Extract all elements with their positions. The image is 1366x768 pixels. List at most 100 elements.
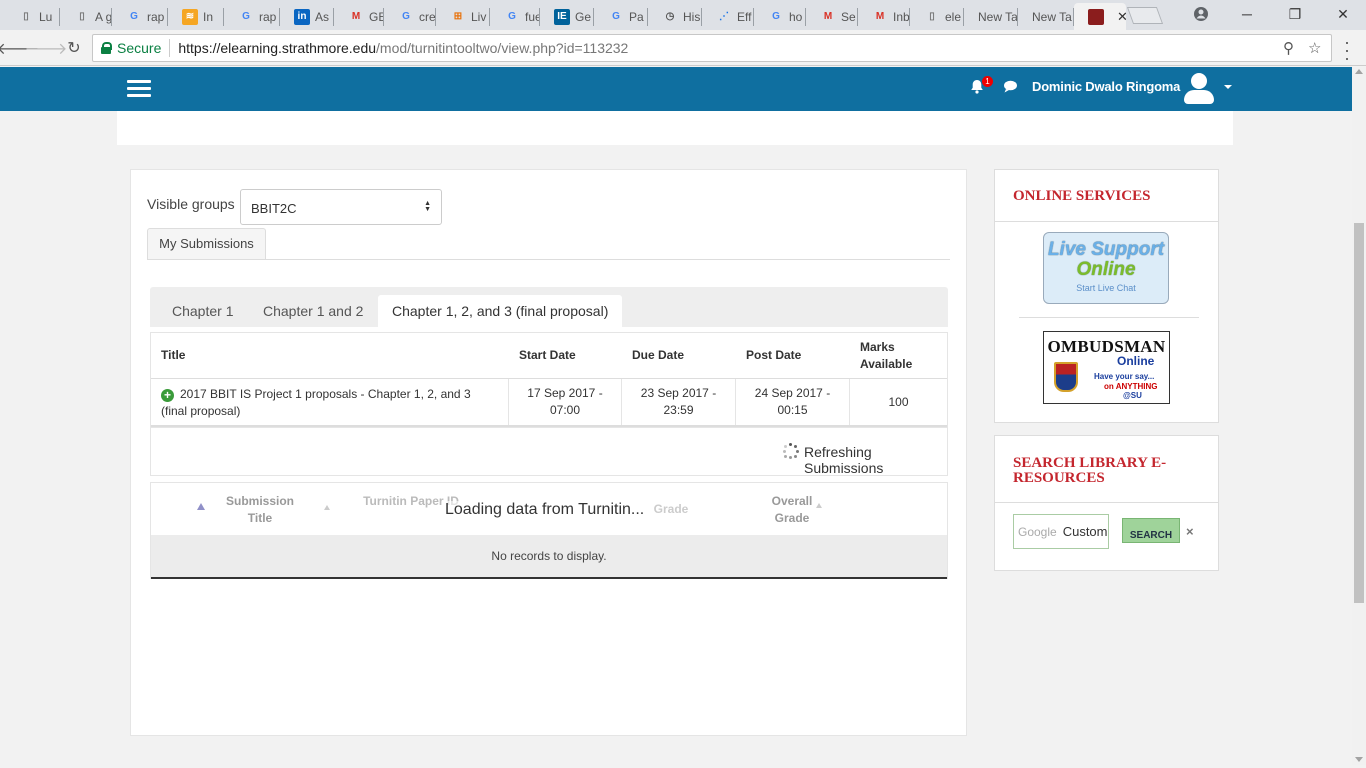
browser-tab[interactable]: Gcre [384,3,436,30]
gmail-icon: M [351,11,361,22]
browser-tab[interactable]: New Ta [964,3,1018,30]
minimize-button[interactable]: ─ [1224,0,1270,28]
new-tab-button[interactable] [1126,7,1164,24]
gmail-icon: M [875,11,885,22]
visible-groups-label: Visible groups [147,196,235,212]
url-path: /mod/turnitintooltwo/view.php?id=113232 [376,40,629,56]
browser-tab-label: New Ta [978,9,1018,24]
browser-tab-label: As [315,9,330,24]
ombudsman-link[interactable]: OMBUDSMAN Online Have your say... on ANY… [1043,331,1170,404]
address-bar[interactable]: Secure https://elearning.strathmore.edu /… [92,34,1332,62]
url-host: https://elearning.strathmore.edu [178,40,377,56]
browser-tab[interactable]: ≋ In [168,3,224,30]
browser-tab-label: His [683,9,701,24]
browser-tab[interactable]: in As [280,3,334,30]
loading-spinner-icon [783,443,799,459]
refresh-status: Refreshing Submissions [150,428,948,476]
notification-count-badge: 1 [982,76,993,87]
refreshing-text: Refreshing Submissions [804,444,884,476]
hamburger-menu-icon[interactable] [127,80,151,98]
browser-tab-label: ho [789,9,803,24]
page-scrollbar[interactable] [1352,67,1366,765]
library-search-button[interactable]: SEARCH [1122,518,1180,543]
browser-tab-label: Eff [737,9,752,24]
header-grade[interactable]: Grade [651,501,691,518]
loading-message: Loading data from Turnitin... [445,501,645,519]
browser-tab-strip: ▯ Lu ▯ A g Grap ≋ In Grap in As M GE Gcre ⊞ Liv Gfue IE G… [0,0,1366,30]
profile-icon[interactable] [1178,0,1224,28]
browser-tab[interactable]: Gho [754,3,806,30]
rss-icon: ≋ [182,8,198,25]
header-submission-title[interactable]: Submission Title [221,493,299,527]
user-name[interactable]: Dominic Dwalo Ringoma [1032,79,1180,94]
browser-tab-label: Se [841,9,856,24]
visible-groups-value: BBIT2C [251,201,297,216]
user-menu-caret-icon[interactable] [1224,85,1232,89]
assignment-parts-table: Title Start Date Due Date Post Date Mark… [150,332,948,428]
sort-asc-icon[interactable] [197,503,205,510]
online-services-block: ONLINE SERVICES Live Support Online Star… [994,169,1219,423]
browser-tab[interactable]: M Inb [858,3,910,30]
close-tab-icon[interactable]: ✕ [1117,9,1126,25]
restore-button[interactable]: ❐ [1272,0,1318,28]
tab-part-1[interactable]: Chapter 1 [158,295,247,327]
zoom-icon[interactable]: ⚲ [1283,39,1294,57]
browser-tab[interactable]: IE Ge [540,3,594,30]
tab-part-2[interactable]: Chapter 1 and 2 [249,295,377,327]
submissions-header-row: Submission Title Turnitin Paper ID Grade… [151,483,947,535]
close-window-button[interactable]: ✕ [1320,0,1366,28]
select-arrows-icon: ▲ ▼ [424,200,431,213]
bookmark-star-icon[interactable]: ☆ [1308,39,1321,57]
messages-icon[interactable] [1003,80,1018,96]
browser-tab-label: rap [259,9,277,24]
expand-plus-icon[interactable]: + [161,389,174,402]
browser-tab[interactable]: ▯ Lu [4,3,60,30]
doc-icon: ▯ [23,11,29,22]
live-support-link[interactable]: Live Support Online Start Live Chat [1043,232,1169,304]
clear-search-icon[interactable]: × [1186,524,1194,539]
scroll-down-arrow-icon[interactable] [1355,757,1363,762]
part-start-date: 17 Sep 2017 - 07:00 [509,379,622,425]
part-marks: 100 [888,394,909,409]
header-due-date: Due Date [632,348,685,362]
browser-tab-label: New Ta [1032,9,1072,24]
page-top-region [117,111,1233,145]
browser-tab[interactable]: M Se [806,3,858,30]
menu-kebab-icon[interactable]: · · · [1344,33,1350,67]
google-icon: G [508,11,516,22]
browser-tab[interactable]: ▯ A g [60,3,112,30]
browser-tab[interactable]: ▯ ele [910,3,964,30]
ombudsman-online: Online [1117,354,1155,368]
reload-button[interactable]: ↻ [62,36,86,60]
header-overall-grade[interactable]: Overall Grade [757,493,827,527]
forward-button[interactable]: 🡒 [25,36,68,60]
tab-part-3[interactable]: Chapter 1, 2, and 3 (final proposal) [378,295,623,327]
header-start-date: Start Date [519,348,576,362]
visible-groups-select[interactable]: BBIT2C ▲ ▼ [240,189,442,225]
sort-icon[interactable] [324,505,330,510]
user-avatar[interactable] [1183,71,1215,105]
scroll-up-arrow-icon[interactable] [1355,69,1363,74]
main-content: Visible groups BBIT2C ▲ ▼ My Submissions … [130,169,967,736]
browser-tab[interactable]: M GE [334,3,384,30]
site-header: 1 Dominic Dwalo Ringoma [0,67,1352,111]
tab-divider [147,259,950,260]
online-services-title: ONLINE SERVICES [1013,188,1151,204]
browser-tab[interactable]: ✕ [1074,3,1126,30]
browser-tab-label: rap [147,9,165,24]
tab-my-submissions[interactable]: My Submissions [147,228,266,260]
library-search-title: SEARCH LIBRARY E-RESOURCES [1013,455,1167,486]
browser-tab[interactable]: Grap [112,3,168,30]
browser-tab[interactable]: New Ta [1018,3,1074,30]
gmail-icon: M [823,11,833,22]
browser-tab[interactable]: ⋰ Eff [702,3,754,30]
browser-tab[interactable]: Gfue [490,3,540,30]
browser-tab[interactable]: G Pa [594,3,648,30]
linkedin-icon: in [294,8,310,25]
browser-tab[interactable]: Grap [224,3,280,30]
library-search-input[interactable]: Google Custom [1013,514,1109,549]
sort-icon[interactable] [816,503,822,508]
scroll-thumb[interactable] [1354,223,1364,603]
browser-tab[interactable]: ◷ His [648,3,702,30]
browser-tab[interactable]: ⊞ Liv [436,3,490,30]
